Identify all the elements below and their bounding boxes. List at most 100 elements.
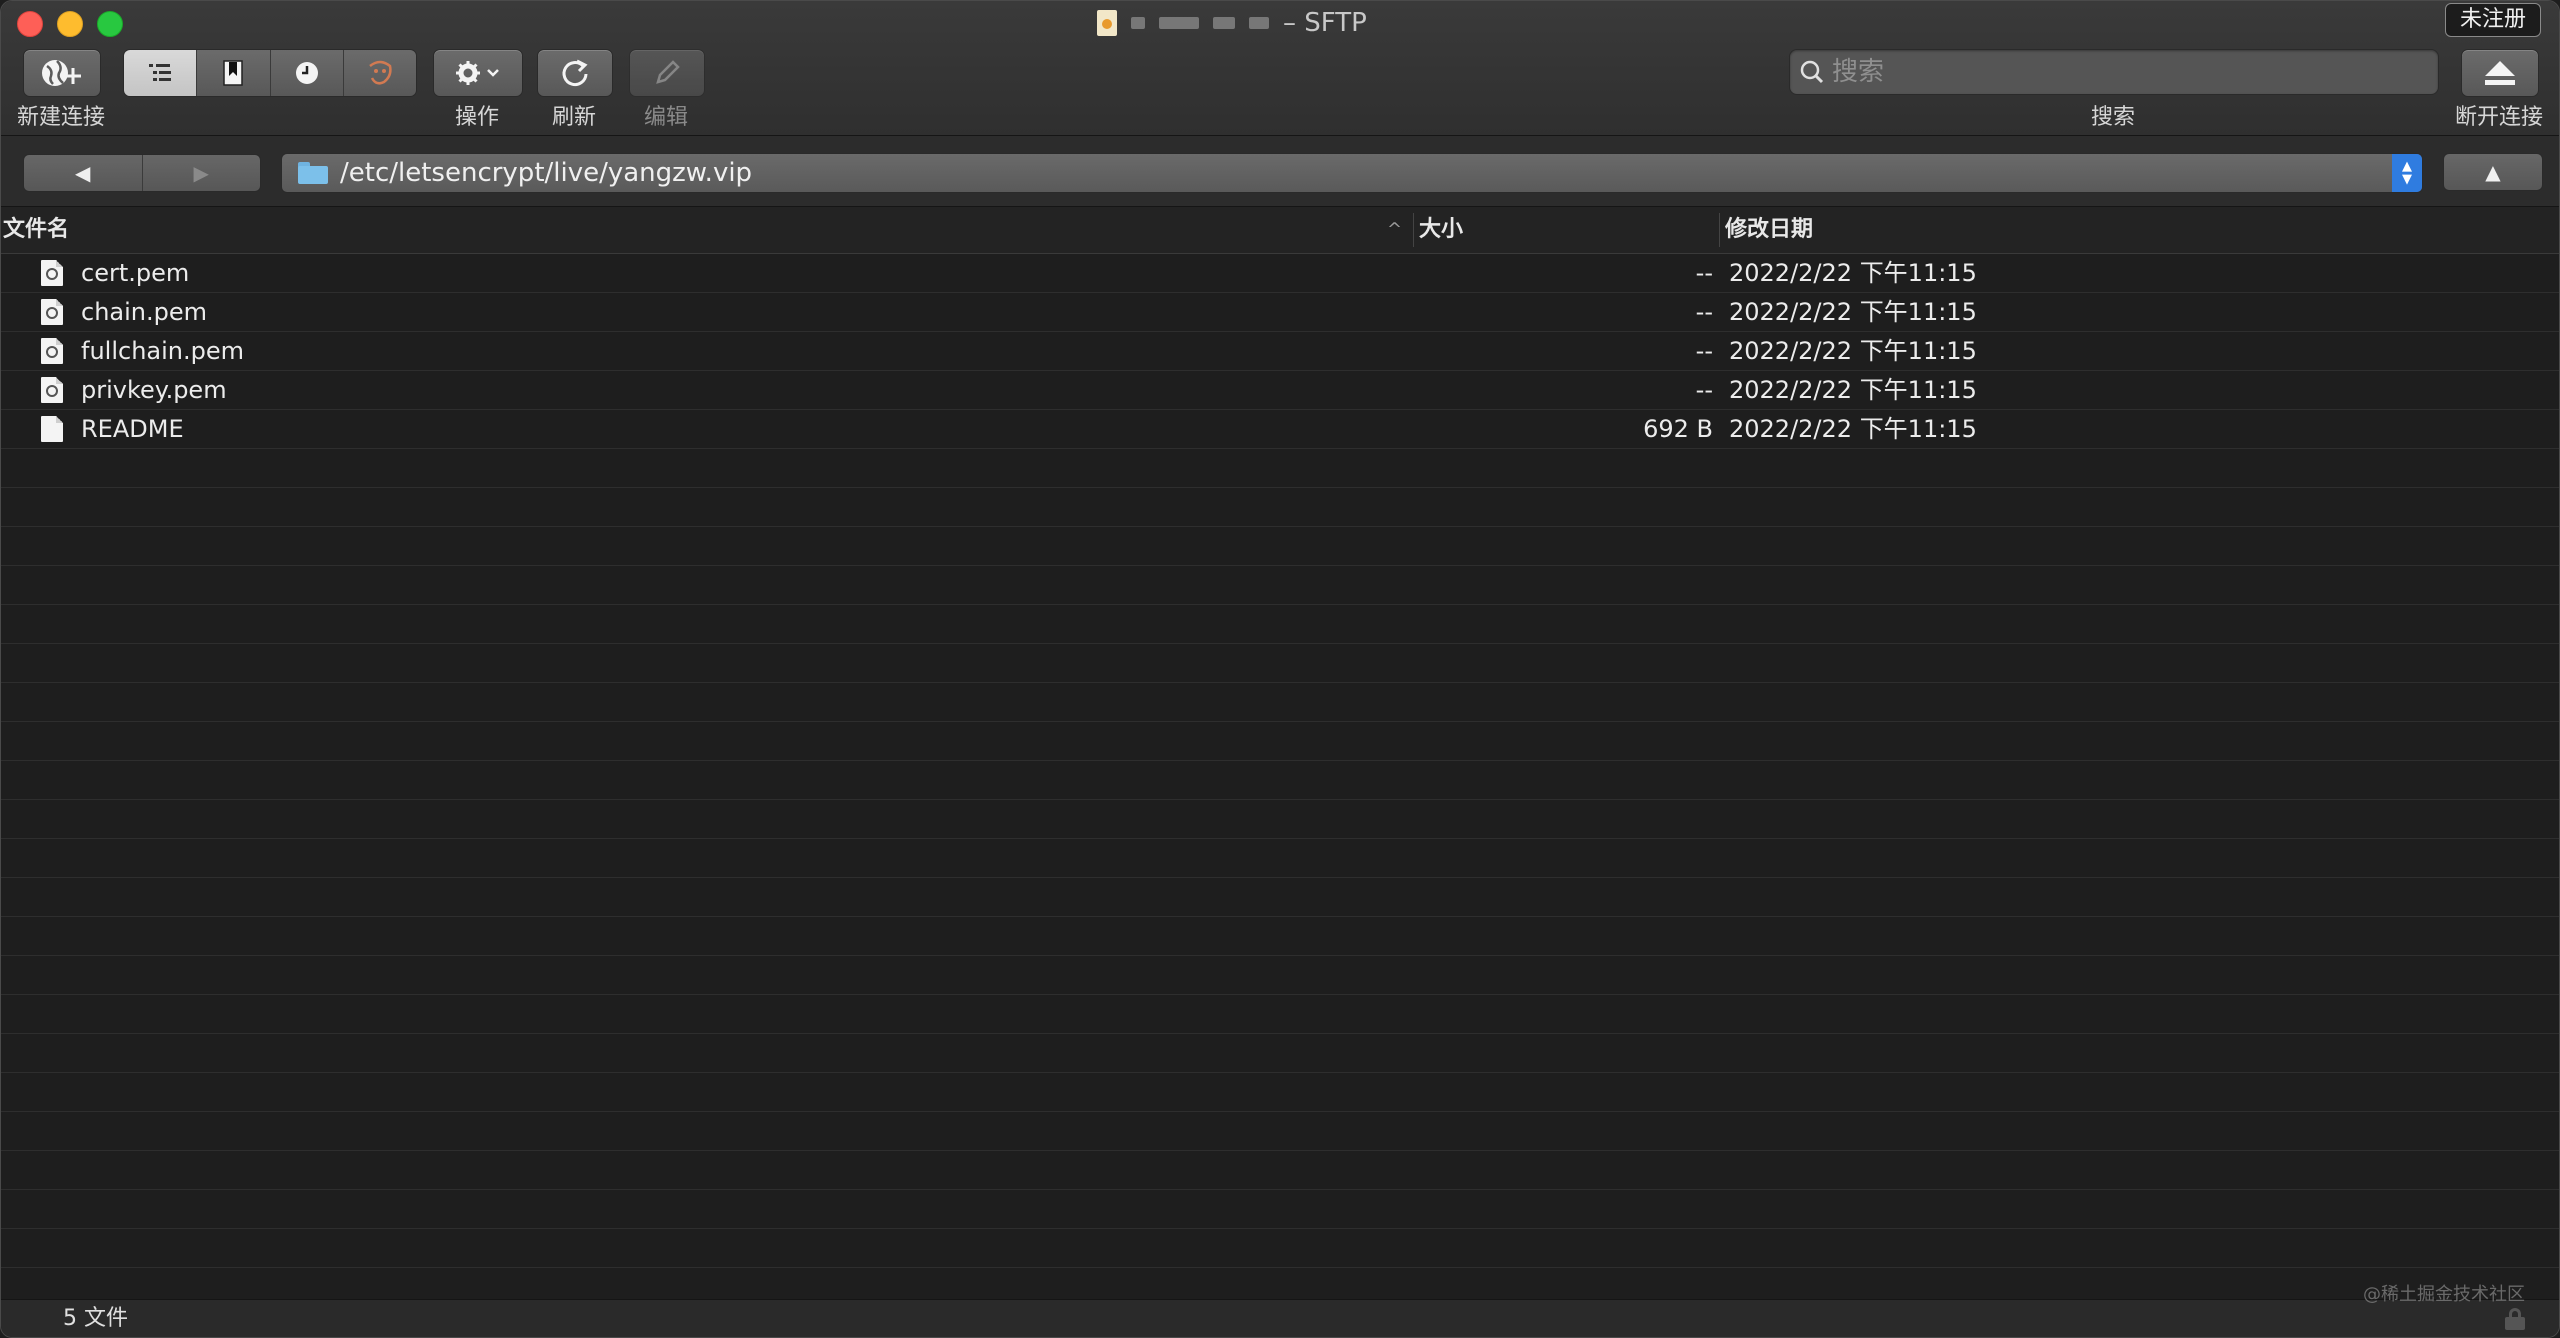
status-bar: 5 文件 @稀土掘金技术社区 xyxy=(1,1284,2559,1337)
action-label: 操作 xyxy=(454,105,499,130)
column-header-size[interactable]: 大小 xyxy=(1419,207,1463,253)
history-view-tab[interactable] xyxy=(270,50,344,96)
search-icon xyxy=(1800,60,1824,84)
window-title-text: – SFTP xyxy=(1283,8,1367,38)
redacted-host xyxy=(1159,17,1199,29)
empty-row xyxy=(1,449,2559,488)
empty-row xyxy=(1,722,2559,761)
empty-row xyxy=(1,878,2559,917)
close-window-button[interactable] xyxy=(17,11,43,37)
refresh-icon xyxy=(562,59,588,87)
column-divider[interactable] xyxy=(1413,213,1414,247)
table-row[interactable]: fullchain.pem -- 2022/2/22 下午11:15 xyxy=(1,332,2559,371)
table-row[interactable]: privkey.pem -- 2022/2/22 下午11:15 xyxy=(1,371,2559,410)
back-arrow-icon: ◀ xyxy=(75,161,91,185)
empty-row xyxy=(1,1151,2559,1190)
edit-label: 编辑 xyxy=(643,105,688,130)
sort-ascending-icon: ^ xyxy=(1387,219,1403,240)
file-size: -- xyxy=(1695,376,1713,404)
empty-row xyxy=(1,839,2559,878)
file-name: privkey.pem xyxy=(81,376,227,404)
empty-row xyxy=(1,527,2559,566)
action-menu-button[interactable] xyxy=(433,49,523,97)
bonjour-icon xyxy=(369,60,392,85)
sftp-window: – SFTP 未注册 新建连接 操作 刷新 编辑 搜索 搜索 断开连接 ◀ ▶ … xyxy=(0,0,2560,1338)
file-name: chain.pem xyxy=(81,298,207,326)
edit-button[interactable] xyxy=(629,49,705,97)
redacted-host xyxy=(1131,17,1145,29)
path-dropdown-chevron-icon[interactable]: ▲ ▼ xyxy=(2392,154,2422,192)
table-row[interactable]: README 692 B 2022/2/22 下午11:15 xyxy=(1,410,2559,449)
column-divider[interactable] xyxy=(1719,213,1720,247)
unregistered-button[interactable]: 未注册 xyxy=(2444,3,2541,37)
file-list: cert.pem -- 2022/2/22 下午11:15 chain.pem … xyxy=(1,254,2559,1307)
browser-view-tab[interactable] xyxy=(124,50,198,96)
empty-row xyxy=(1,644,2559,683)
file-name: README xyxy=(81,415,184,443)
maximize-window-button[interactable] xyxy=(97,11,123,37)
certificate-file-icon xyxy=(41,260,63,286)
empty-row xyxy=(1,1034,2559,1073)
empty-row xyxy=(1,956,2559,995)
title-toolbar: – SFTP 未注册 新建连接 操作 刷新 编辑 搜索 搜索 断开连接 xyxy=(1,1,2559,136)
outline-list-icon xyxy=(149,64,172,81)
back-button[interactable]: ◀ xyxy=(24,155,142,191)
disconnect-button[interactable] xyxy=(2461,49,2539,97)
empty-row xyxy=(1,566,2559,605)
empty-row xyxy=(1,1190,2559,1229)
gear-dropdown-icon xyxy=(456,61,499,85)
minimize-window-button[interactable] xyxy=(57,11,83,37)
redacted-host xyxy=(1213,17,1235,29)
empty-row xyxy=(1,917,2559,956)
file-modified: 2022/2/22 下午11:15 xyxy=(1729,259,1977,287)
certificate-file-icon xyxy=(41,299,63,325)
file-table-header: 文件名 ^ 大小 修改日期 xyxy=(1,207,2559,254)
redacted-host xyxy=(1249,17,1269,29)
certificate-file-icon xyxy=(41,338,63,364)
document-file-icon xyxy=(41,416,63,442)
empty-row xyxy=(1,683,2559,722)
pencil-icon xyxy=(656,60,680,84)
watermark-text: @稀土掘金技术社区 xyxy=(2363,1284,2525,1305)
eject-icon xyxy=(2485,61,2515,85)
search-input[interactable] xyxy=(1830,56,2438,88)
lock-icon xyxy=(2505,1308,2525,1330)
path-dropdown[interactable]: /etc/letsencrypt/live/yangzw.vip ▲ ▼ xyxy=(281,153,2423,193)
bonjour-view-tab[interactable] xyxy=(343,50,416,96)
refresh-button[interactable] xyxy=(537,49,613,97)
clock-icon xyxy=(295,62,318,84)
forward-button[interactable]: ▶ xyxy=(141,155,260,191)
file-count: 5 文件 xyxy=(63,1306,128,1331)
file-name: cert.pem xyxy=(81,259,190,287)
empty-row xyxy=(1,800,2559,839)
empty-row xyxy=(1,1073,2559,1112)
path-bar: ◀ ▶ /etc/letsencrypt/live/yangzw.vip ▲ ▼ … xyxy=(1,136,2559,207)
empty-row xyxy=(1,761,2559,800)
new-connection-label: 新建连接 xyxy=(16,105,105,130)
search-field[interactable] xyxy=(1789,49,2439,95)
certificate-file-icon xyxy=(41,377,63,403)
file-size: -- xyxy=(1695,337,1713,365)
file-size: -- xyxy=(1695,259,1713,287)
parent-directory-button[interactable]: ▲ xyxy=(2443,153,2543,191)
table-row[interactable]: cert.pem -- 2022/2/22 下午11:15 xyxy=(1,254,2559,293)
bookmarks-view-tab[interactable] xyxy=(197,50,271,96)
table-row[interactable]: chain.pem -- 2022/2/22 下午11:15 xyxy=(1,293,2559,332)
new-connection-button[interactable] xyxy=(23,49,101,97)
file-size: 692 B xyxy=(1643,415,1713,443)
column-header-modified[interactable]: 修改日期 xyxy=(1725,207,1813,253)
file-modified: 2022/2/22 下午11:15 xyxy=(1729,376,1977,404)
file-modified: 2022/2/22 下午11:15 xyxy=(1729,298,1977,326)
empty-row xyxy=(1,995,2559,1034)
disconnect-label: 断开连接 xyxy=(2454,105,2543,130)
empty-row xyxy=(1,488,2559,527)
file-size: -- xyxy=(1695,298,1713,326)
search-label: 搜索 xyxy=(2090,105,2135,130)
empty-row xyxy=(1,605,2559,644)
file-name: fullchain.pem xyxy=(81,337,244,365)
forward-arrow-icon: ▶ xyxy=(193,161,209,185)
current-path: /etc/letsencrypt/live/yangzw.vip xyxy=(340,158,753,188)
globe-plus-icon xyxy=(42,60,81,86)
column-header-name[interactable]: 文件名 xyxy=(3,207,69,253)
folder-icon xyxy=(298,162,328,184)
